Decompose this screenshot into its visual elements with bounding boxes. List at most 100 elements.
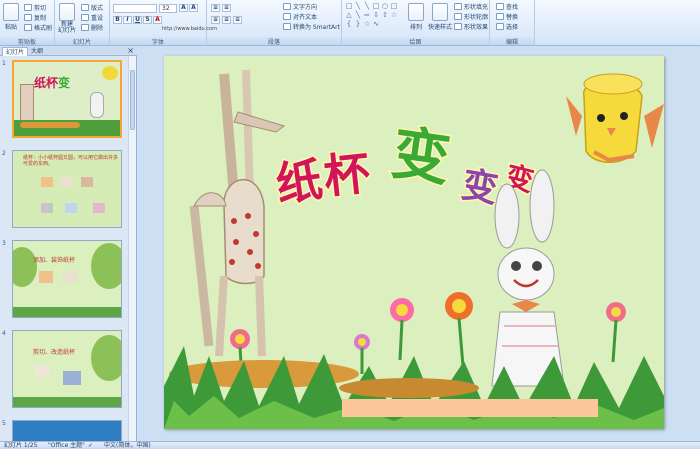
align-left-button[interactable]: ≡	[211, 16, 220, 24]
slide-info: 幻灯片 1/25	[4, 442, 38, 449]
fill-icon	[454, 3, 462, 10]
thumb-photo	[39, 271, 53, 283]
smartart-button[interactable]: 转换为 SmartArt	[283, 22, 340, 31]
title-char: 纸	[273, 152, 326, 212]
scissors-icon	[24, 4, 32, 11]
slide-thumbnail-5[interactable]	[12, 420, 122, 441]
shape-fill-button[interactable]: 形状填充	[454, 2, 488, 11]
font-size-select[interactable]: 32	[159, 4, 177, 13]
drawing-group: □ ╲ ╲ □ ○ □ △ ╲ ⇨ ⇩ ⇧ ☆ { } ☆ ∿ 排列 快速样式 …	[342, 0, 490, 46]
oval-icon: ○	[381, 2, 389, 10]
thumb-photo	[65, 203, 77, 213]
slides-panel: 幻灯片 大纲 × 1 纸杯变 2 纸杯：小小纸杯圆又圆，可以用它做出许多可爱的东…	[0, 46, 137, 441]
thumb-tree	[91, 243, 121, 289]
layout-icon	[81, 4, 89, 11]
close-panel-icon[interactable]: ×	[127, 46, 134, 56]
quick-styles-icon	[432, 3, 448, 21]
editing-group: 查找 替换 选择 编辑	[490, 0, 535, 46]
thumb-photo	[63, 271, 77, 283]
shapes-gallery[interactable]: □ ╲ ╲ □ ○ □ △ ╲ ⇨ ⇩ ⇧ ☆ { } ☆ ∿	[345, 3, 405, 31]
align-right-button[interactable]: ≡	[233, 16, 242, 24]
slide-thumbnail-1[interactable]: 纸杯变	[12, 60, 122, 138]
check-icon: ✓	[88, 442, 94, 449]
title-char: 变	[458, 163, 501, 211]
copy-icon	[24, 14, 32, 21]
thumb-text: 添加、装饰纸杯	[33, 257, 76, 264]
effects-icon	[454, 23, 462, 30]
text-direction-icon	[283, 3, 291, 10]
curve-icon: ∿	[373, 20, 379, 28]
new-slide-icon	[59, 3, 75, 21]
align-text-button[interactable]: 对齐文本	[283, 12, 317, 21]
replace-button[interactable]: 替换	[496, 12, 518, 21]
align-text-icon	[283, 13, 291, 20]
font-group: 32 A A B I U S A http://www.baidu.com 字体	[110, 0, 217, 46]
italic-button[interactable]: I	[123, 16, 132, 24]
reset-button[interactable]: 重设	[81, 13, 103, 22]
scrollbar-thumb[interactable]	[130, 70, 135, 130]
outline-icon	[454, 13, 462, 20]
delete-slide-button[interactable]: 删除	[81, 23, 103, 32]
slide-thumbnail-3[interactable]: 添加、装饰纸杯	[12, 240, 122, 318]
align-center-button[interactable]: ≡	[222, 16, 231, 24]
layout-button[interactable]: 版式	[81, 3, 103, 12]
text-direction-button[interactable]: 文字方向	[283, 2, 317, 11]
line-icon: ╲	[364, 2, 370, 10]
arrow-icon: ⇩	[373, 11, 379, 19]
smartart-icon	[283, 23, 291, 30]
slide-artwork: 纸 杯 变 变 变	[164, 69, 664, 429]
panel-scrollbar[interactable]	[128, 56, 136, 441]
bold-button[interactable]: B	[113, 16, 122, 24]
format-painter-button[interactable]: 格式刷	[24, 23, 52, 32]
cut-button[interactable]: 剪切	[24, 3, 46, 12]
delete-icon	[81, 24, 89, 31]
paragraph-label: 段落	[207, 37, 341, 46]
star-icon: ☆	[363, 20, 371, 28]
replace-icon	[496, 13, 504, 20]
font-label: 字体	[110, 37, 206, 46]
thumb-photo	[93, 203, 105, 213]
drawing-label: 绘图	[342, 37, 489, 46]
tab-slides[interactable]: 幻灯片	[2, 47, 29, 56]
strikethrough-button[interactable]: S	[143, 16, 152, 24]
slide-thumbnail-2[interactable]: 纸杯：小小纸杯圆又圆，可以用它做出许多可爱的东西。	[12, 150, 122, 228]
grow-font-button[interactable]: A	[179, 4, 188, 12]
shape-effects-button[interactable]: 形状效果	[454, 22, 488, 31]
slide-number: 5	[2, 420, 6, 427]
editing-label: 编辑	[490, 37, 534, 46]
copy-button[interactable]: 复制	[24, 13, 46, 22]
shrink-font-button[interactable]: A	[189, 4, 198, 12]
slide-editor: 纸 杯 变 变 变	[138, 46, 700, 441]
rectangle-icon: □	[372, 2, 380, 10]
select-button[interactable]: 选择	[496, 22, 518, 31]
thumb-chick	[102, 66, 118, 80]
paste-icon	[3, 3, 19, 21]
brace-icon: }	[355, 20, 361, 28]
numbering-button[interactable]: ≡	[222, 4, 231, 12]
quick-styles-button[interactable]: 快速样式	[428, 3, 452, 31]
title-char: 杯	[321, 145, 372, 204]
font-color-button[interactable]: A	[153, 16, 162, 24]
thumb-giraffe	[20, 84, 34, 122]
shape-outline-button[interactable]: 形状轮廓	[454, 12, 488, 21]
rectangle-icon: □	[390, 2, 398, 10]
new-slide-button[interactable]: 新建 幻灯片	[58, 3, 76, 34]
rectangle-icon: □	[345, 2, 353, 10]
tab-outline[interactable]: 大纲	[28, 47, 46, 56]
rabbit-figure	[491, 169, 565, 387]
paste-button[interactable]: 粘贴	[3, 3, 19, 31]
brace-icon: {	[346, 20, 352, 28]
bullets-button[interactable]: ≡	[211, 4, 220, 12]
font-name-select[interactable]	[113, 4, 157, 13]
underline-button[interactable]: U	[133, 16, 142, 24]
slide-thumbnail-4[interactable]: 剪切、改造纸杯	[12, 330, 122, 408]
thumb-rabbit	[90, 92, 104, 118]
arrange-icon	[408, 3, 424, 21]
triangle-icon: △	[346, 11, 352, 19]
thumb-grass	[13, 397, 121, 407]
slide-canvas[interactable]: 纸 杯 变 变 变	[164, 56, 664, 429]
arrange-button[interactable]: 排列	[408, 3, 424, 31]
reset-icon	[81, 14, 89, 21]
find-button[interactable]: 查找	[496, 2, 518, 11]
slide-number: 1	[2, 60, 6, 67]
